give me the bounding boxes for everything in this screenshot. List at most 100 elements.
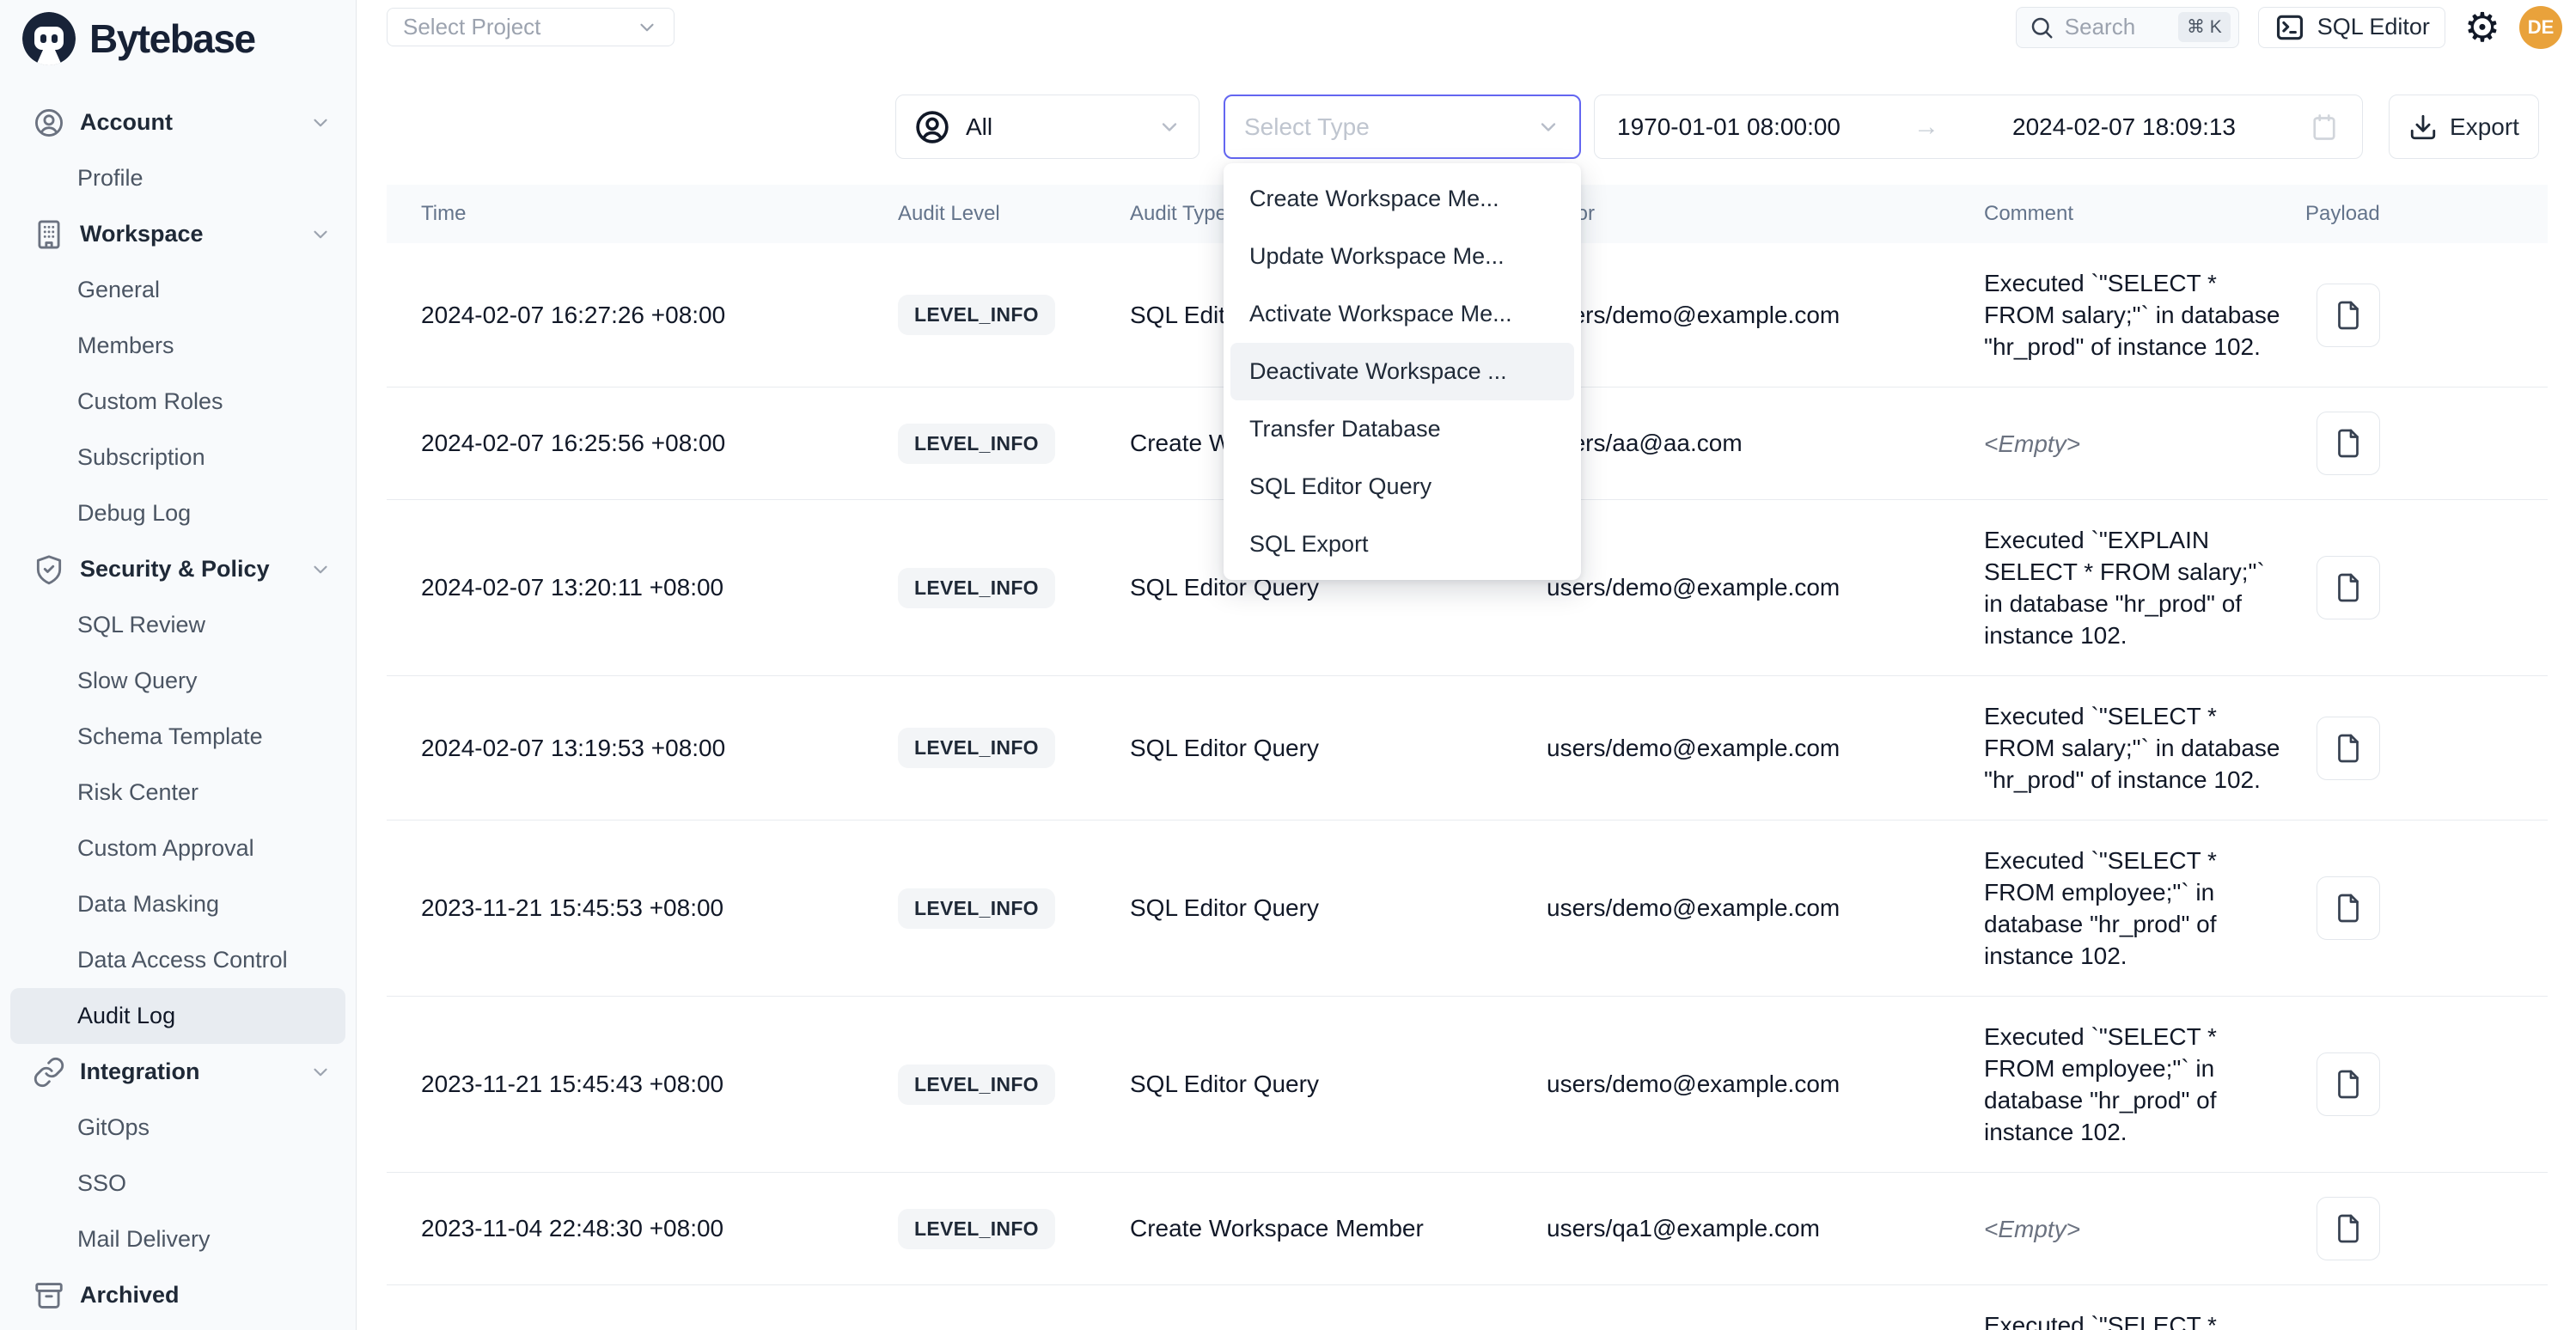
menu-item-update-workspace-member[interactable]: Update Workspace Me... [1230,228,1574,285]
payload-view-button[interactable] [2317,284,2380,347]
level-badge: LEVEL_INFO [898,1209,1055,1249]
table-row: 2023-11-21 15:45:53 +08:00 LEVEL_INFO SQ… [387,821,2548,997]
user-circle-icon [33,107,65,139]
sidebar-item-data-masking[interactable]: Data Masking [10,876,345,932]
sidebar-item-schema-template[interactable]: Schema Template [10,709,345,765]
payload-cell [2305,556,2548,619]
date-range-picker[interactable]: 1970-01-01 08:00:00 → 2024-02-07 18:09:1… [1594,95,2363,159]
payload-cell [2305,284,2548,347]
search-icon [2029,15,2054,40]
menu-item-sql-editor-query[interactable]: SQL Editor Query [1230,458,1574,516]
sidebar-item-custom-approval[interactable]: Custom Approval [10,821,345,876]
gear-icon[interactable]: ⚙ [2464,7,2500,47]
sql-editor-button[interactable]: SQL Editor [2258,7,2445,48]
time-cell: 2023-11-04 22:48:30 +08:00 [387,1215,898,1242]
sidebar-item-data-access-control[interactable]: Data Access Control [10,932,345,988]
sidebar-item-debug-log[interactable]: Debug Log [10,485,345,541]
actor-cell: users/qa1@example.com [1547,1215,1984,1242]
actor-cell: users/demo@example.com [1547,1071,1984,1098]
chevron-down-icon [309,1061,332,1083]
arrow-right-icon: → [1914,113,1939,142]
level-badge: LEVEL_INFO [898,295,1055,335]
brand-name: Bytebase [89,15,255,62]
audit-level-cell: LEVEL_INFO [898,888,1130,929]
audit-type-cell: SQL Editor Query [1130,735,1547,762]
project-select[interactable]: Select Project [387,8,675,46]
chevron-down-icon [636,16,658,39]
payload-cell [2305,876,2548,940]
menu-item-activate-workspace-member[interactable]: Activate Workspace Me... [1230,285,1574,343]
audit-level-cell: LEVEL_INFO [898,1209,1130,1249]
sidebar-item-integration[interactable]: Integration [10,1044,345,1100]
audit-level-cell: LEVEL_INFO [898,568,1130,608]
menu-item-create-workspace-member[interactable]: Create Workspace Me... [1230,170,1574,228]
type-filter-select[interactable]: Select Type [1224,95,1581,159]
comment-cell: Executed `"SELECT * FROM salary;"` in da… [1984,700,2305,796]
link-icon [33,1056,65,1089]
calendar-icon [2309,112,2340,143]
sidebar-item-profile[interactable]: Profile [10,150,345,206]
menu-item-sql-export[interactable]: SQL Export [1230,516,1574,573]
sidebar-item-gitops[interactable]: GitOps [10,1100,345,1156]
payload-view-button[interactable] [2317,717,2380,780]
column-header-payload: Payload [2305,202,2548,226]
file-icon [2333,733,2364,764]
sidebar-item-slow-query[interactable]: Slow Query [10,653,345,709]
file-icon [2333,572,2364,603]
chevron-down-icon [1157,115,1181,139]
time-cell: 2024-02-07 13:20:11 +08:00 [387,574,898,601]
actor-cell: users/demo@example.com [1547,735,1984,762]
comment-cell: Executed `"SELECT * FROM employee;"` in … [1984,1021,2305,1148]
sidebar-item-sso[interactable]: SSO [10,1156,345,1211]
menu-item-deactivate-workspace-member[interactable]: Deactivate Workspace ... [1230,343,1574,400]
sidebar-item-audit-log[interactable]: Audit Log [10,988,345,1044]
download-icon [2408,113,2438,142]
sidebar-item-risk-center[interactable]: Risk Center [10,765,345,821]
level-badge: LEVEL_INFO [898,888,1055,929]
date-from: 1970-01-01 08:00:00 [1617,113,1840,141]
time-cell: 2023-11-21 15:45:53 +08:00 [387,894,898,922]
chevron-down-icon [309,223,332,246]
sidebar-item-subscription[interactable]: Subscription [10,430,345,485]
chevron-down-icon [309,112,332,134]
audit-level-cell: LEVEL_INFO [898,1065,1130,1105]
comment-cell: Executed `"SELECT * FROM salary;"` in da… [1984,267,2305,363]
avatar[interactable]: DE [2519,6,2562,49]
sidebar-item-security-policy[interactable]: Security & Policy [10,541,345,597]
actor-cell: users/demo@example.com [1547,894,1984,922]
file-icon [2333,1069,2364,1100]
audit-level-cell: LEVEL_INFO [898,424,1130,464]
sidebar-item-mail-delivery[interactable]: Mail Delivery [10,1211,345,1267]
actor-filter-select[interactable]: All [895,95,1199,159]
table-row: 2023-11-04 21:26:34 +08:00 LEVEL_INFO SQ… [387,1285,2548,1330]
search-shortcut-badge: ⌘ K [2178,12,2231,42]
menu-item-transfer-database[interactable]: Transfer Database [1230,400,1574,458]
brand-logo[interactable]: Bytebase [0,0,356,65]
file-icon [2333,428,2364,459]
audit-level-cell: LEVEL_INFO [898,728,1130,768]
audit-type-cell: SQL Editor Query [1130,1071,1547,1098]
payload-view-button[interactable] [2317,876,2380,940]
sidebar-item-account[interactable]: Account [10,95,345,150]
export-button[interactable]: Export [2389,95,2539,159]
payload-view-button[interactable] [2317,1052,2380,1116]
building-icon [33,218,65,251]
sidebar-item-archived[interactable]: Archived [10,1267,345,1323]
sidebar-item-sql-review[interactable]: SQL Review [10,597,345,653]
topbar: Select Project Search ⌘ K SQL Editor ⚙ D… [357,0,2576,54]
search-input[interactable]: Search ⌘ K [2016,7,2239,48]
file-icon [2333,300,2364,331]
sidebar-item-general[interactable]: General [10,262,345,318]
level-badge: LEVEL_INFO [898,568,1055,608]
bytebase-logo-icon [22,12,76,65]
payload-cell [2305,1197,2548,1260]
level-badge: LEVEL_INFO [898,728,1055,768]
sidebar-item-members[interactable]: Members [10,318,345,374]
time-cell: 2024-02-07 13:19:53 +08:00 [387,735,898,762]
payload-view-button[interactable] [2317,1197,2380,1260]
payload-view-button[interactable] [2317,412,2380,475]
sidebar-item-workspace[interactable]: Workspace [10,206,345,262]
sidebar-item-custom-roles[interactable]: Custom Roles [10,374,345,430]
payload-view-button[interactable] [2317,556,2380,619]
table-row: 2023-11-21 15:45:43 +08:00 LEVEL_INFO SQ… [387,997,2548,1173]
